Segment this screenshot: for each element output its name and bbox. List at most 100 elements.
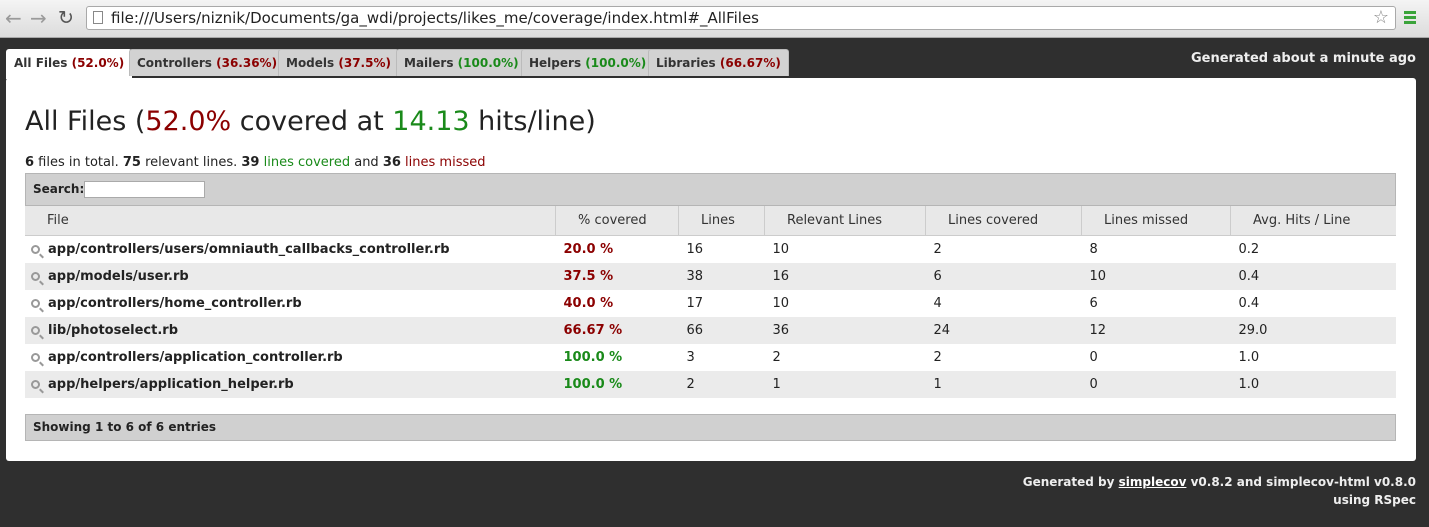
title-mid: covered at [231,106,393,137]
missed-cell: 0 [1089,350,1098,365]
tab-libraries[interactable]: Libraries (66.67%) [648,49,789,76]
missed-text: lines missed [400,155,486,170]
file-cell[interactable]: app/controllers/users/omniauth_callbacks… [25,236,556,264]
forward-arrow-icon[interactable]: → [30,7,47,29]
avg-hits-cell: 29.0 [1230,317,1396,344]
covered-cell: 40.0 % [563,296,614,311]
tab-label: Libraries [656,56,716,70]
bookmark-star-icon[interactable]: ☆ [1373,7,1389,28]
url-text[interactable]: file:///Users/niznik/Documents/ga_wdi/pr… [111,9,759,27]
lines-cell: 16 [686,242,704,257]
column-header-avg-hits[interactable]: Avg. Hits / Line [1230,206,1396,236]
covered-cell: 100.0 % [563,350,623,365]
coverage-table: File % covered Lines Relevant Lines Line… [25,206,1396,398]
missed-cell: 6 [1089,296,1098,311]
relevant-cell: 10 [772,296,790,311]
missed-cell: 12 [1081,317,1231,344]
footer-credits: Generated by simplecov v0.8.2 and simple… [1023,473,1416,509]
column-header-missed[interactable]: Lines missed [1081,206,1231,236]
coverage-summary: 6 files in total. 75 relevant lines. 39 … [25,155,486,170]
file-name[interactable]: app/helpers/application_helper.rb [48,377,294,392]
relevant-cell: 1 [764,371,926,398]
tab-models[interactable]: Models (37.5%) [278,49,399,76]
covered-cell: 37.5 % [555,263,679,290]
file-name[interactable]: lib/photoselect.rb [48,323,178,338]
title-hits: 14.13 [392,106,470,137]
covered-count: 39 [241,155,260,170]
relevant-cell: 2 [772,350,781,365]
tab-label: Controllers [137,56,212,70]
file-name[interactable]: app/models/user.rb [48,269,189,284]
table-row: app/controllers/users/omniauth_callbacks… [25,236,1396,264]
page-title: All Files (52.0% covered at 14.13 hits/l… [25,106,596,137]
table-row: app/models/user.rb 37.5 % 38 16 6 10 0.4 [25,263,1396,290]
version-text: v0.8.2 and simplecov-html v0.8.0 [1186,475,1416,489]
missed-count: 36 [382,155,401,170]
missed-cell: 10 [1081,263,1231,290]
magnifier-icon [31,353,40,362]
tab-coverage: (52.0%) [71,56,125,70]
missed-cell: 8 [1089,242,1098,257]
file-cell[interactable]: app/helpers/application_helper.rb [25,371,556,398]
tab-coverage: (66.67%) [719,56,781,70]
file-cell[interactable]: app/controllers/home_controller.rb [25,290,556,317]
tab-helpers[interactable]: Helpers (100.0%) [521,49,655,76]
tab-label: Mailers [404,56,454,70]
file-name[interactable]: app/controllers/application_controller.r… [48,350,343,365]
tab-label: Models [286,56,335,70]
files-text: files in total. [34,155,123,170]
column-header-lines-covered[interactable]: Lines covered [925,206,1082,236]
avg-hits-cell: 1.0 [1238,350,1260,365]
column-header-file[interactable]: File [25,206,556,236]
browser-toolbar: ← → ↻ file:///Users/niznik/Documents/ga_… [0,0,1429,38]
page-icon [93,11,103,24]
generated-label: Generated [1190,51,1269,66]
lines-cell: 3 [686,350,695,365]
lines-covered-cell: 1 [925,371,1082,398]
lines-cell: 2 [678,371,765,398]
relevant-cell: 36 [764,317,926,344]
column-header-lines[interactable]: Lines [678,206,765,236]
coverage-panel: All Files (52.0% covered at 14.13 hits/l… [6,78,1416,461]
lines-covered-cell: 2 [933,242,942,257]
avg-hits-cell: 0.4 [1230,263,1396,290]
avg-hits-cell: 1.0 [1230,371,1396,398]
generated-by-text: Generated by [1022,475,1119,489]
relevant-text: relevant lines. [140,155,242,170]
column-header-covered[interactable]: % covered [555,206,679,236]
file-cell[interactable]: app/controllers/application_controller.r… [25,344,556,371]
file-name[interactable]: app/controllers/users/omniauth_callbacks… [48,242,450,257]
tab-mailers[interactable]: Mailers (100.0%) [396,49,527,76]
title-prefix: All Files ( [25,106,146,137]
tab-coverage: (36.36%) [216,56,278,70]
browser-menu-icon[interactable] [1404,11,1416,26]
tab-coverage: (37.5%) [338,56,391,70]
tab-all-files[interactable]: All Files (52.0%) [6,49,133,79]
tab-controllers[interactable]: Controllers (36.36%) [129,49,286,76]
lines-covered-cell: 2 [933,350,942,365]
lines-cell: 17 [686,296,704,311]
simplecov-link[interactable]: simplecov [1119,475,1187,489]
search-input[interactable] [84,181,205,198]
reload-icon[interactable]: ↻ [58,7,74,29]
file-cell[interactable]: app/models/user.rb [25,263,556,290]
magnifier-icon [31,272,40,281]
lines-covered-cell: 4 [933,296,942,311]
search-bar: Search: [25,173,1396,206]
lines-covered-cell: 24 [925,317,1082,344]
missed-cell: 0 [1081,371,1231,398]
file-name[interactable]: app/controllers/home_controller.rb [48,296,302,311]
table-row: lib/photoselect.rb 66.67 % 66 36 24 12 2… [25,317,1396,344]
relevant-cell: 10 [772,242,790,257]
search-label: Search: [33,182,85,196]
tab-coverage: (100.0%) [457,56,519,70]
title-suffix: hits/line) [469,106,596,137]
generated-when: about a minute ago [1272,51,1416,66]
back-arrow-icon[interactable]: ← [5,7,22,29]
tab-coverage: (100.0%) [585,56,647,70]
column-header-relevant[interactable]: Relevant Lines [764,206,926,236]
covered-text: lines covered [259,155,351,170]
file-cell[interactable]: lib/photoselect.rb [25,317,556,344]
address-bar[interactable]: file:///Users/niznik/Documents/ga_wdi/pr… [86,6,1396,30]
lines-cell: 38 [678,263,765,290]
